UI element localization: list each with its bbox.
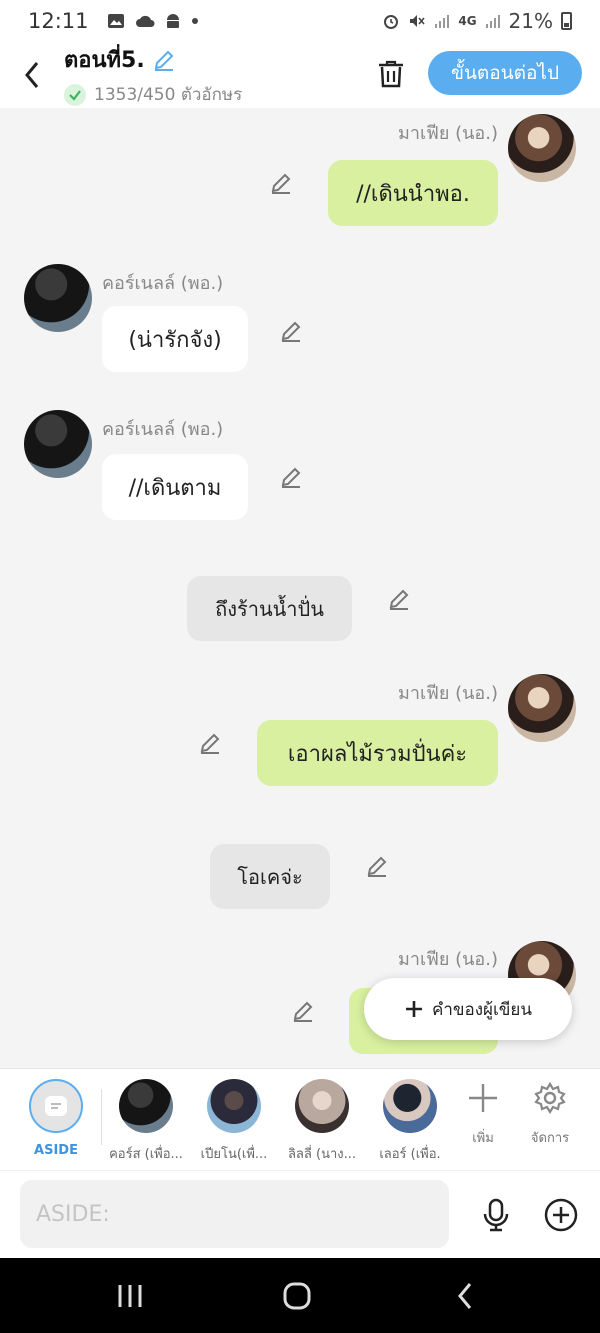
- character-avatar: [295, 1079, 349, 1133]
- plus-circle-icon: [544, 1198, 578, 1232]
- edit-title-icon[interactable]: [151, 47, 177, 73]
- speaker-name: มาเฟีย (นอ.): [397, 123, 498, 144]
- character-avatar: [207, 1079, 261, 1133]
- system-status: 4G 21%: [382, 9, 572, 33]
- avatar-mafia[interactable]: [508, 674, 576, 742]
- edit-icon[interactable]: [364, 853, 390, 879]
- status-time: 12:11: [28, 9, 89, 33]
- chevron-left-icon: [25, 62, 39, 88]
- character-count: 1353/450 ตัวอักษร: [94, 85, 243, 105]
- back-button[interactable]: [0, 42, 64, 108]
- add-label: เพิ่ม: [472, 1131, 494, 1146]
- character-label: ASIDE: [34, 1143, 78, 1158]
- plus-icon: [405, 1001, 422, 1017]
- message-bubble[interactable]: เอาผลไม้รวมปั่นค่ะ: [257, 720, 498, 786]
- character-label: ลิลลี่ (นาง...: [287, 1147, 357, 1162]
- character-label: เปียโน(เพื่...: [200, 1147, 268, 1162]
- character-avatar: [383, 1079, 437, 1133]
- narration-bubble[interactable]: ถึงร้านน้ำปั่น: [187, 576, 352, 641]
- add-content-button[interactable]: [541, 1195, 581, 1235]
- android-icon: [166, 14, 179, 28]
- edit-icon[interactable]: [197, 730, 223, 756]
- add-character-button[interactable]: เพิ่ม: [453, 1081, 513, 1148]
- navigation-bar: [0, 1258, 600, 1333]
- avatar-cornell[interactable]: [24, 264, 92, 332]
- character-label: เลอร์ (เพื่อ.: [379, 1147, 441, 1162]
- gear-icon: [534, 1081, 566, 1115]
- back-nav-button[interactable]: [445, 1278, 485, 1314]
- episode-title-block: ตอนที่5. 1353/450 ตัวอักษร: [64, 42, 242, 108]
- check-icon: [64, 83, 86, 106]
- character-label: คอร์ส (เพื่อ...: [109, 1147, 183, 1162]
- speaker-name: คอร์เนลล์ (พอ.): [102, 273, 224, 294]
- episode-title: ตอนที่5.: [64, 48, 145, 73]
- back-icon: [458, 1283, 472, 1309]
- voice-button[interactable]: [476, 1195, 516, 1235]
- character-item[interactable]: เลอร์ (เพื่อ.: [365, 1079, 455, 1164]
- network-type: 4G: [458, 14, 477, 28]
- narration-bubble[interactable]: โอเคจ่ะ: [210, 844, 330, 909]
- character-bar: ASIDE คอร์ส (เพื่อ... เปียโน(เพื่... ลิล…: [0, 1068, 600, 1170]
- speaker-name: มาเฟีย (นอ.): [397, 949, 498, 970]
- status-bar: 12:11 4G 21%: [0, 0, 600, 42]
- character-aside[interactable]: ASIDE: [11, 1079, 101, 1158]
- mute-icon: [410, 15, 425, 27]
- notification-icons: [107, 12, 199, 30]
- character-item[interactable]: คอร์ส (เพื่อ...: [101, 1079, 191, 1164]
- microphone-icon: [483, 1198, 509, 1232]
- speaker-name: คอร์เนลล์ (พอ.): [102, 419, 224, 440]
- message-input[interactable]: [20, 1180, 449, 1248]
- signal-icon: [435, 15, 450, 28]
- battery-icon: [561, 12, 572, 30]
- avatar-mafia[interactable]: [508, 114, 576, 182]
- input-bar: [0, 1170, 600, 1258]
- trash-icon: [379, 60, 403, 88]
- recents-icon: [118, 1285, 142, 1307]
- recents-button[interactable]: [110, 1278, 150, 1314]
- manage-button[interactable]: จัดการ: [520, 1081, 580, 1148]
- message-icon: [45, 1096, 67, 1116]
- edit-icon[interactable]: [386, 586, 412, 612]
- edit-icon[interactable]: [278, 318, 304, 344]
- signal-icon: [485, 15, 500, 28]
- speaker-name: มาเฟีย (นอ.): [397, 683, 498, 704]
- delete-button[interactable]: [371, 54, 411, 94]
- battery-percent: 21%: [508, 9, 553, 33]
- home-button[interactable]: [277, 1278, 317, 1314]
- message-bubble[interactable]: //เดินนำพอ.: [328, 160, 498, 226]
- character-avatar: [119, 1079, 173, 1133]
- plus-icon: [469, 1084, 497, 1112]
- author-note-button[interactable]: คำของผู้เขียน: [364, 978, 572, 1040]
- aside-avatar: [29, 1079, 83, 1133]
- message-bubble[interactable]: (น่ารักจัง): [102, 306, 248, 372]
- cloud-icon: [135, 15, 155, 27]
- alarm-icon: [384, 15, 399, 29]
- edit-icon[interactable]: [290, 998, 316, 1024]
- character-item[interactable]: ลิลลี่ (นาง...: [277, 1079, 367, 1164]
- author-note-label: คำของผู้เขียน: [431, 999, 533, 1020]
- gallery-icon: [107, 14, 124, 28]
- avatar-cornell[interactable]: [24, 410, 92, 478]
- edit-icon[interactable]: [268, 170, 294, 196]
- message-bubble[interactable]: //เดินตาม: [102, 454, 248, 520]
- chat-area[interactable]: มาเฟีย (นอ.) //เดินนำพอ. คอร์เนลล์ (พอ.)…: [0, 108, 600, 1068]
- dot-icon: [191, 18, 198, 24]
- character-item[interactable]: เปียโน(เพื่...: [189, 1079, 279, 1164]
- next-step-button[interactable]: ขั้นตอนต่อไป: [428, 51, 582, 95]
- manage-label: จัดการ: [530, 1131, 570, 1146]
- app-header: ตอนที่5. 1353/450 ตัวอักษร ขั้นตอนต่อไป: [0, 42, 600, 108]
- edit-icon[interactable]: [278, 464, 304, 490]
- home-icon: [283, 1282, 311, 1310]
